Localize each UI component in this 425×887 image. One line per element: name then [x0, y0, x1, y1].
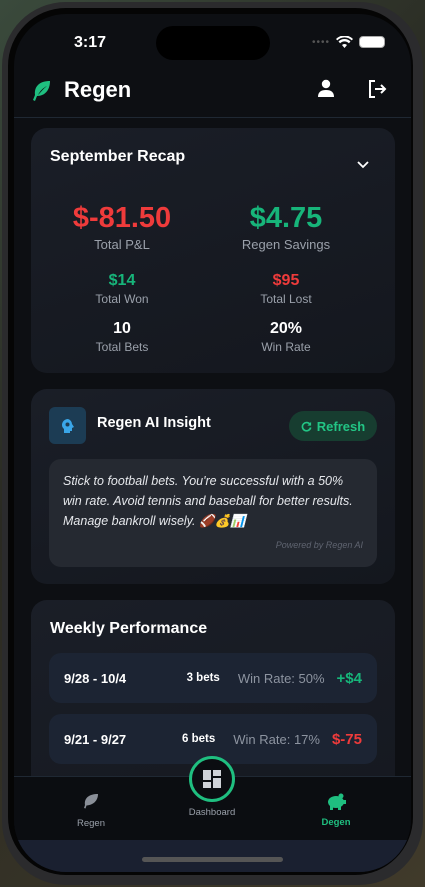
leaf-logo-icon [33, 81, 50, 101]
app-header: Regen [14, 70, 411, 118]
insight-title: Regen AI Insight [97, 415, 211, 431]
nav-item-degen[interactable]: Degen [311, 793, 361, 828]
signal-icon: •••• [311, 36, 330, 48]
user-icon[interactable] [317, 79, 335, 97]
nav-item-regen[interactable]: Regen [66, 793, 116, 829]
weekly-title: Weekly Performance [50, 620, 208, 637]
september-recap-card: September Recap $-81.50 Total P&L $4.75 … [31, 128, 395, 373]
nav-item-dashboard[interactable]: Dashboard [179, 807, 245, 818]
status-icons: •••• [312, 36, 385, 48]
dashboard-icon [203, 770, 221, 788]
total-pl-label: Total P&L [94, 237, 150, 252]
insight-text: Stick to football bets. You're successfu… [63, 474, 353, 528]
refresh-button[interactable]: Refresh [289, 411, 377, 441]
week-dates: 9/28 - 10/4 [64, 670, 127, 686]
chevron-down-icon[interactable] [357, 161, 369, 169]
bets-label: Total Bets [95, 340, 149, 354]
refresh-label: Refresh [316, 418, 366, 434]
week-bets: 3 bets [186, 672, 220, 684]
app-screen: 3:17 •••• Regen September Recap $-81.50 … [14, 14, 411, 872]
wifi-icon [336, 36, 353, 48]
week-win-rate: Win Rate: 17% [233, 731, 320, 747]
lost-value: $95 [272, 272, 300, 289]
total-pl-value: $-81.50 [72, 202, 172, 234]
week-dates: 9/21 - 9/27 [64, 731, 127, 747]
refresh-icon [301, 421, 312, 432]
ai-brain-icon [49, 407, 86, 444]
nav-label: Dashboard [188, 807, 236, 818]
win-rate-label: Win Rate [261, 340, 311, 354]
week-row[interactable]: 9/28 - 10/4 3 bets Win Rate: 50% +$4 [49, 653, 377, 703]
win-rate-stat: 20% Win Rate [195, 320, 377, 354]
dynamic-island [156, 26, 270, 60]
insight-box: Stick to football bets. You're successfu… [49, 459, 377, 567]
total-lost-stat: $95 Total Lost [195, 272, 377, 306]
piggy-bank-icon [328, 793, 346, 810]
won-value: $14 [108, 272, 136, 289]
bottom-safe-area [14, 840, 411, 872]
week-bets: 6 bets [182, 733, 216, 745]
ai-insight-card: Regen AI Insight Refresh Stick to footba… [31, 389, 395, 584]
recap-title: September Recap [50, 148, 186, 165]
total-bets-stat: 10 Total Bets [31, 320, 213, 354]
logout-icon[interactable] [367, 79, 387, 99]
powered-by-label: Powered by Regen AI [275, 540, 363, 550]
app-title: Regen [64, 77, 132, 102]
savings-value: $4.75 [249, 202, 323, 234]
bets-value: 10 [113, 320, 131, 337]
leaf-icon [84, 794, 98, 809]
week-win-rate: Win Rate: 50% [237, 670, 325, 686]
home-indicator[interactable] [142, 857, 283, 862]
total-pl-stat: $-81.50 Total P&L [31, 202, 213, 252]
savings-label: Regen Savings [241, 237, 331, 252]
battery-icon [359, 36, 385, 48]
dashboard-button[interactable] [189, 756, 235, 802]
nav-label: Degen [321, 817, 351, 828]
won-label: Total Won [95, 292, 149, 306]
status-time: 3:17 [74, 34, 107, 51]
nav-label: Regen [77, 818, 105, 829]
total-won-stat: $14 Total Won [31, 272, 213, 306]
week-amount: +$4 [336, 669, 362, 687]
lost-label: Total Lost [260, 292, 312, 306]
regen-savings-stat: $4.75 Regen Savings [195, 202, 377, 252]
win-rate-value: 20% [269, 320, 303, 337]
week-amount: $-75 [331, 730, 362, 748]
